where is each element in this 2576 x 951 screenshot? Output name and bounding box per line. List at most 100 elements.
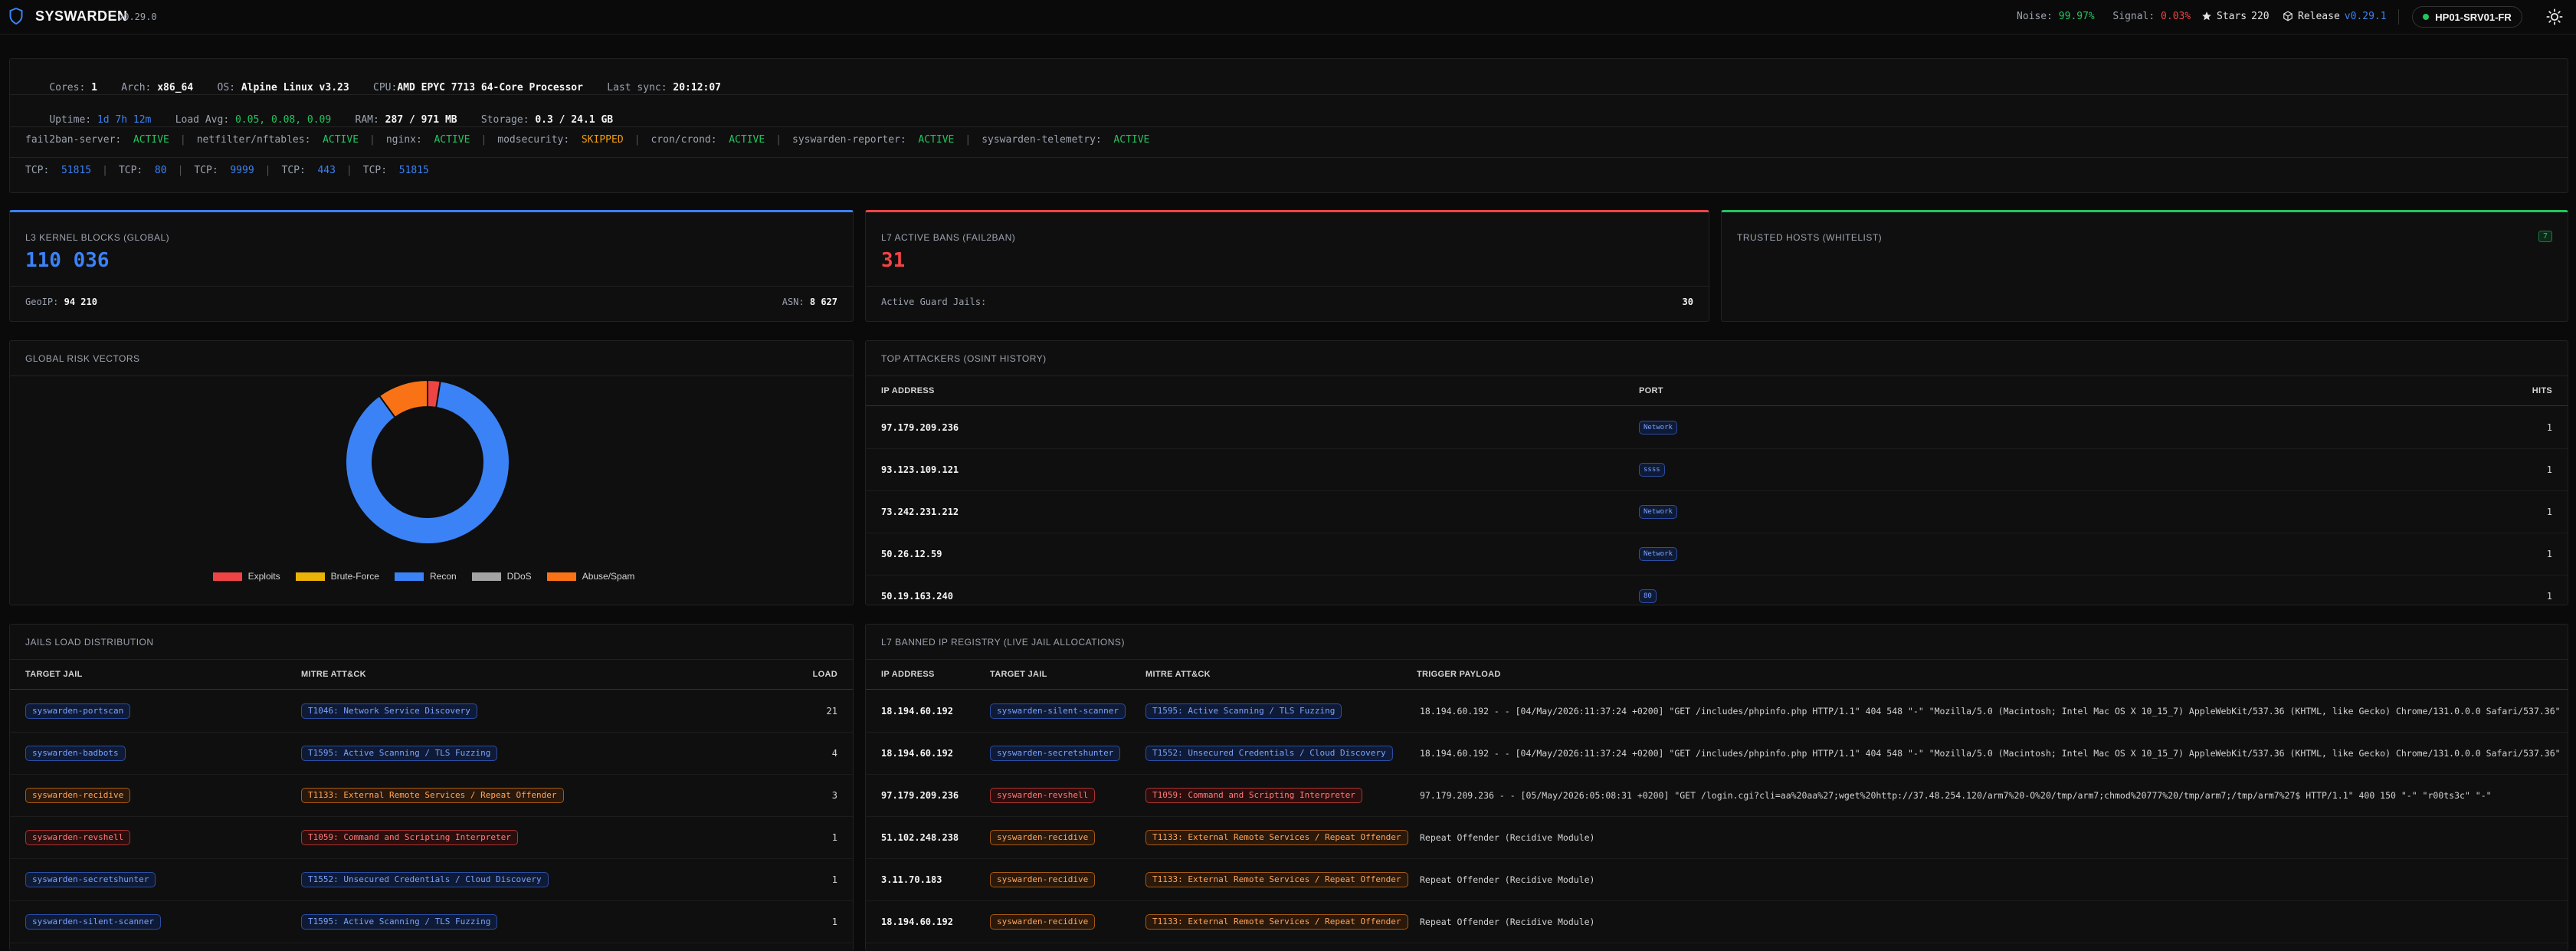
host-selector[interactable]: HP01-SRV01-FR xyxy=(2412,6,2522,28)
divider xyxy=(10,94,2568,95)
table-row[interactable]: 18.194.60.192 syswarden-secretshunter T155… xyxy=(866,732,2568,775)
column-header-mitre[interactable]: MITRE ATT&CK xyxy=(1145,670,1211,679)
column-header-mitre[interactable]: MITRE ATT&CK xyxy=(301,670,366,679)
load-value: 1 xyxy=(831,831,837,843)
table-row[interactable]: 18.194.60.192 syswarden-silent-scanner T15… xyxy=(866,690,2568,733)
jail-badge: syswarden-recidive xyxy=(990,871,1096,887)
signal-value: 0.03% xyxy=(2161,11,2191,22)
os-value: Alpine Linux v3.23 xyxy=(241,82,349,93)
theme-toggle-icon[interactable] xyxy=(2546,8,2563,25)
jail-cell: syswarden-recidive xyxy=(990,900,1096,943)
ip-address: 18.194.60.192 xyxy=(881,747,953,759)
column-header-load[interactable]: LOAD xyxy=(813,670,837,679)
separator: | xyxy=(179,134,186,146)
ip-address: 3.11.70.183 xyxy=(881,874,942,885)
table-row[interactable]: 18.194.60.192 syswarden-recidive T1133: Ex… xyxy=(866,900,2568,943)
legend-item[interactable]: Exploits xyxy=(212,571,280,582)
mitre-cell: T1046: Network Service Discovery xyxy=(301,690,477,732)
table-row[interactable]: 50.26.12.59 Network 1 xyxy=(866,533,2568,576)
legend-label: Recon xyxy=(429,571,457,582)
column-header-payload[interactable]: TRIGGER PAYLOAD xyxy=(1417,670,1501,679)
legend-label: DDoS xyxy=(506,571,532,582)
ip-address: 97.179.209.236 xyxy=(881,789,959,801)
ram-label: RAM: xyxy=(355,114,379,126)
release-label: Release xyxy=(2298,10,2340,22)
column-header-port[interactable]: PORT xyxy=(1639,386,1663,395)
port-badge: Network xyxy=(1639,546,1677,561)
mitre-cell: T1595: Active Scanning / TLS Fuzzing xyxy=(301,900,498,943)
port-cell: Network xyxy=(1639,406,1677,448)
stars-label: Stars xyxy=(2217,10,2247,22)
column-header-ip[interactable]: IP ADDRESS xyxy=(881,386,935,395)
jail-badge: syswarden-silent-scanner xyxy=(25,913,161,930)
load-value: 0.05, 0.08, 0.09 xyxy=(234,114,332,126)
table-row[interactable]: syswarden-badbots T1595: Active Scanning … xyxy=(10,732,853,775)
load-value: 1 xyxy=(831,874,837,885)
table-row[interactable]: syswarden-portscan T1046: Network Service… xyxy=(10,690,853,733)
table-row[interactable]: syswarden-recidive T1133: External Remote… xyxy=(10,774,853,817)
arch-label: Arch: xyxy=(121,82,152,93)
port-badge: Network xyxy=(1639,504,1677,519)
table-row[interactable]: syswarden-revshell T1059: Command and Scr… xyxy=(10,816,853,859)
asn-value: 8 627 xyxy=(809,297,837,307)
legend-item[interactable]: Brute-Force xyxy=(295,571,379,582)
service-name: syswarden-reporter: xyxy=(792,134,906,146)
top-bar: SYSWARDEN v0.29.0 Noise: 99.97% Signal: … xyxy=(0,0,2576,34)
column-header-jail[interactable]: TARGET JAIL xyxy=(990,670,1047,679)
trigger-payload: Repeat Offender (Recidive Module) xyxy=(1420,874,1595,885)
global-risk-vectors-panel: GLOBAL RISK VECTORS Exploits Brute-Force R… xyxy=(9,340,854,605)
table-row[interactable]: syswarden-silent-scanner T1595: Active Sc… xyxy=(10,900,853,943)
table-row[interactable]: 73.242.231.212 Network 1 xyxy=(866,490,2568,533)
legend-item[interactable]: DDoS xyxy=(471,571,532,582)
column-header-ip[interactable]: IP ADDRESS xyxy=(881,670,935,679)
port-cell: Network xyxy=(1639,533,1677,575)
active-jails-value: 30 xyxy=(1682,297,1693,307)
separator: | xyxy=(775,134,782,146)
panel-title: L7 BANNED IP REGISTRY (LIVE JAIL ALLOCAT… xyxy=(881,637,1125,648)
uptime-value: 1d 7h 12m xyxy=(97,114,152,126)
legend-swatch xyxy=(546,572,576,581)
table-row[interactable]: 3.11.70.183 syswarden-recidive T1133: Exte… xyxy=(866,858,2568,901)
divider xyxy=(866,659,2568,660)
legend-swatch xyxy=(212,572,242,581)
table-row[interactable]: 50.19.163.240 80 1 xyxy=(866,575,2568,605)
column-header-jail[interactable]: TARGET JAIL xyxy=(25,670,83,679)
storage-label: Storage: xyxy=(480,114,529,126)
divider xyxy=(10,286,853,287)
port-protocol: TCP: xyxy=(25,165,50,176)
github-stars-link[interactable]: Stars 220 xyxy=(2201,8,2270,25)
hits-value: 1 xyxy=(2546,506,2552,517)
cpu-value: AMD EPYC 7713 64-Core Processor xyxy=(397,82,583,93)
service-status: ACTIVE xyxy=(434,134,470,146)
mitre-badge: T1595: Active Scanning / TLS Fuzzing xyxy=(301,913,498,930)
geoip-value: 94 210 xyxy=(64,297,97,307)
jail-badge: syswarden-portscan xyxy=(25,703,131,719)
mitre-badge: T1552: Unsecured Credentials / Cloud Dis… xyxy=(1145,745,1393,761)
jail-badge: syswarden-secretshunter xyxy=(990,745,1121,761)
load-value: 3 xyxy=(831,789,837,801)
app-title: SYSWARDEN xyxy=(35,8,128,24)
table-row[interactable]: 97.179.209.236 Network 1 xyxy=(866,406,2568,449)
legend-item[interactable]: Recon xyxy=(394,571,457,582)
release-link[interactable]: Release v0.29.1 xyxy=(2283,8,2387,25)
l7-bans-value: 31 xyxy=(881,249,906,272)
signal-label: Signal: xyxy=(2112,11,2155,22)
service-name: nginx: xyxy=(385,134,422,146)
ip-address: 18.194.60.192 xyxy=(881,916,953,927)
port-protocol: TCP: xyxy=(118,165,143,176)
table-row[interactable]: syswarden-secretshunter T1552: Unsecured … xyxy=(10,858,853,901)
trusted-count-badge: 7 xyxy=(2538,231,2552,242)
service-name: cron/crond: xyxy=(651,134,717,146)
column-header-hits[interactable]: HITS xyxy=(2532,386,2552,395)
table-row[interactable]: 93.123.109.121 ssss 1 xyxy=(866,448,2568,491)
mitre-badge: T1133: External Remote Services / Repeat… xyxy=(1145,913,1408,930)
ip-address: 50.19.163.240 xyxy=(881,590,953,602)
legend-item[interactable]: Abuse/Spam xyxy=(546,571,634,582)
mitre-cell: T1133: External Remote Services / Repeat… xyxy=(1145,900,1408,943)
uptime-label: Uptime: xyxy=(49,114,92,126)
trigger-payload: 97.179.209.236 - - [05/May/2026:05:08:31… xyxy=(1420,789,2492,801)
table-row[interactable]: 97.179.209.236 syswarden-revshell T1059: C… xyxy=(866,774,2568,817)
ip-address: 73.242.231.212 xyxy=(881,506,959,517)
port-badge: Network xyxy=(1639,420,1677,435)
table-row[interactable]: 51.102.248.238 syswarden-recidive T1133: E… xyxy=(866,816,2568,859)
